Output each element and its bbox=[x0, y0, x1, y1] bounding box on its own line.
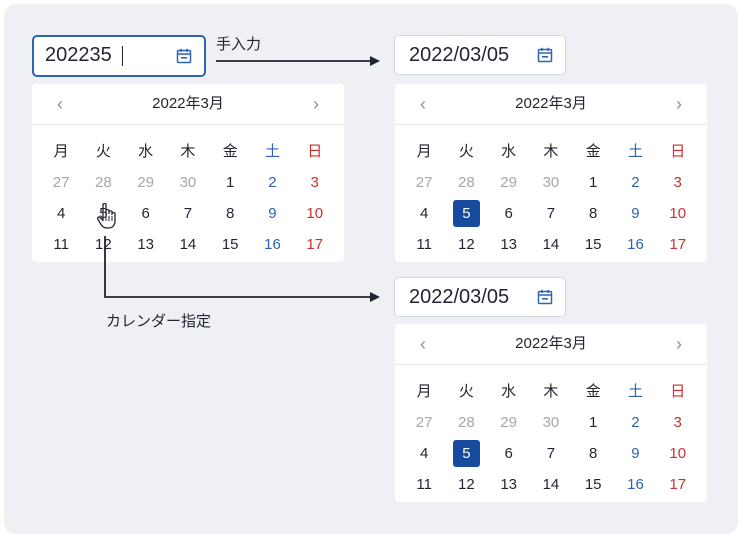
calendar-day-number: 1 bbox=[589, 174, 598, 191]
calendar-day-number: 7 bbox=[546, 205, 556, 222]
calendar-day-number: 13 bbox=[500, 236, 517, 253]
calendar-day-number: 13 bbox=[500, 476, 517, 493]
calendar-day-number: 9 bbox=[268, 205, 277, 222]
calendar-day-number: 16 bbox=[264, 236, 281, 253]
calendar-day-number: 15 bbox=[584, 476, 602, 493]
calendar-day-number: 11 bbox=[416, 476, 432, 493]
calendar-day-number: 30 bbox=[542, 414, 560, 431]
calendar-day-number: 5 bbox=[462, 445, 471, 462]
calendar-day-number: 11 bbox=[53, 236, 69, 253]
calendar-day-number: 6 bbox=[504, 205, 513, 222]
calendar-day-number: 2 bbox=[268, 174, 277, 191]
calendar-day-number: 5 bbox=[462, 205, 471, 222]
calendar-day-number: 16 bbox=[627, 236, 644, 253]
calendar-day-number: 7 bbox=[546, 445, 556, 462]
calendar-day-number: 5 bbox=[99, 205, 108, 222]
calendar-day-number: 15 bbox=[221, 236, 239, 253]
calendar-day-number: 4 bbox=[419, 445, 429, 462]
calendar-day-number: 1 bbox=[589, 414, 598, 431]
calendar-day-number: 10 bbox=[669, 205, 687, 222]
calendar-day-number: 27 bbox=[52, 174, 70, 191]
calendar-day-number: 13 bbox=[137, 236, 154, 253]
calendar-day-number: 6 bbox=[504, 445, 513, 462]
calendar-day-number: 3 bbox=[310, 174, 319, 191]
calendar-day-number: 17 bbox=[669, 476, 687, 493]
calendar-day-number: 4 bbox=[419, 205, 429, 222]
calendar-day-number: 30 bbox=[542, 174, 560, 191]
calendar-day-number: 27 bbox=[415, 174, 433, 191]
calendar-day-number: 6 bbox=[141, 205, 150, 222]
illustration-canvas: 202235 2022/03/05 2022/03/05 ‹ 2022年3月 ›… bbox=[4, 4, 738, 534]
calendar-day-number: 29 bbox=[500, 414, 517, 431]
calendar-day-number: 17 bbox=[669, 236, 687, 253]
calendar-day-number: 14 bbox=[542, 476, 560, 493]
calendar-day-number: 10 bbox=[306, 205, 324, 222]
calendar-day-number: 28 bbox=[95, 174, 112, 191]
calendar-day-number: 17 bbox=[306, 236, 324, 253]
calendar-day-number: 3 bbox=[673, 414, 682, 431]
calendar-day-number: 30 bbox=[179, 174, 197, 191]
calendar-day-number: 9 bbox=[631, 445, 640, 462]
calendar-day-number: 2 bbox=[631, 414, 640, 431]
calendar-day-number: 14 bbox=[179, 236, 197, 253]
calendar-day-number: 12 bbox=[458, 476, 475, 493]
calendar-day-number: 10 bbox=[669, 445, 687, 462]
calendar-day-number: 2 bbox=[631, 174, 640, 191]
calendar-day-number: 28 bbox=[458, 174, 475, 191]
calendar-day-number: 7 bbox=[183, 205, 193, 222]
calendar-day-number: 28 bbox=[458, 414, 475, 431]
calendar-day-number: 3 bbox=[673, 174, 682, 191]
calendar-day-number: 4 bbox=[56, 205, 66, 222]
calendar-day-number: 27 bbox=[415, 414, 433, 431]
calendar-day-number: 9 bbox=[631, 205, 640, 222]
calendar-day-number: 8 bbox=[589, 205, 598, 222]
calendar-day-number: 8 bbox=[589, 445, 598, 462]
flow-arrows bbox=[104, 56, 380, 302]
calendar-day-number: 29 bbox=[500, 174, 517, 191]
calendar-day-number: 16 bbox=[627, 476, 644, 493]
calendar-day-number: 1 bbox=[226, 174, 235, 191]
calendar-day-number: 12 bbox=[458, 236, 475, 253]
calendar-day-number: 15 bbox=[584, 236, 602, 253]
calendar-day-number: 29 bbox=[137, 174, 154, 191]
calendar-day-number: 8 bbox=[226, 205, 235, 222]
calendar-day-number: 12 bbox=[95, 236, 112, 253]
calendar-day-number: 11 bbox=[416, 236, 432, 253]
calendar-day-number: 14 bbox=[542, 236, 560, 253]
